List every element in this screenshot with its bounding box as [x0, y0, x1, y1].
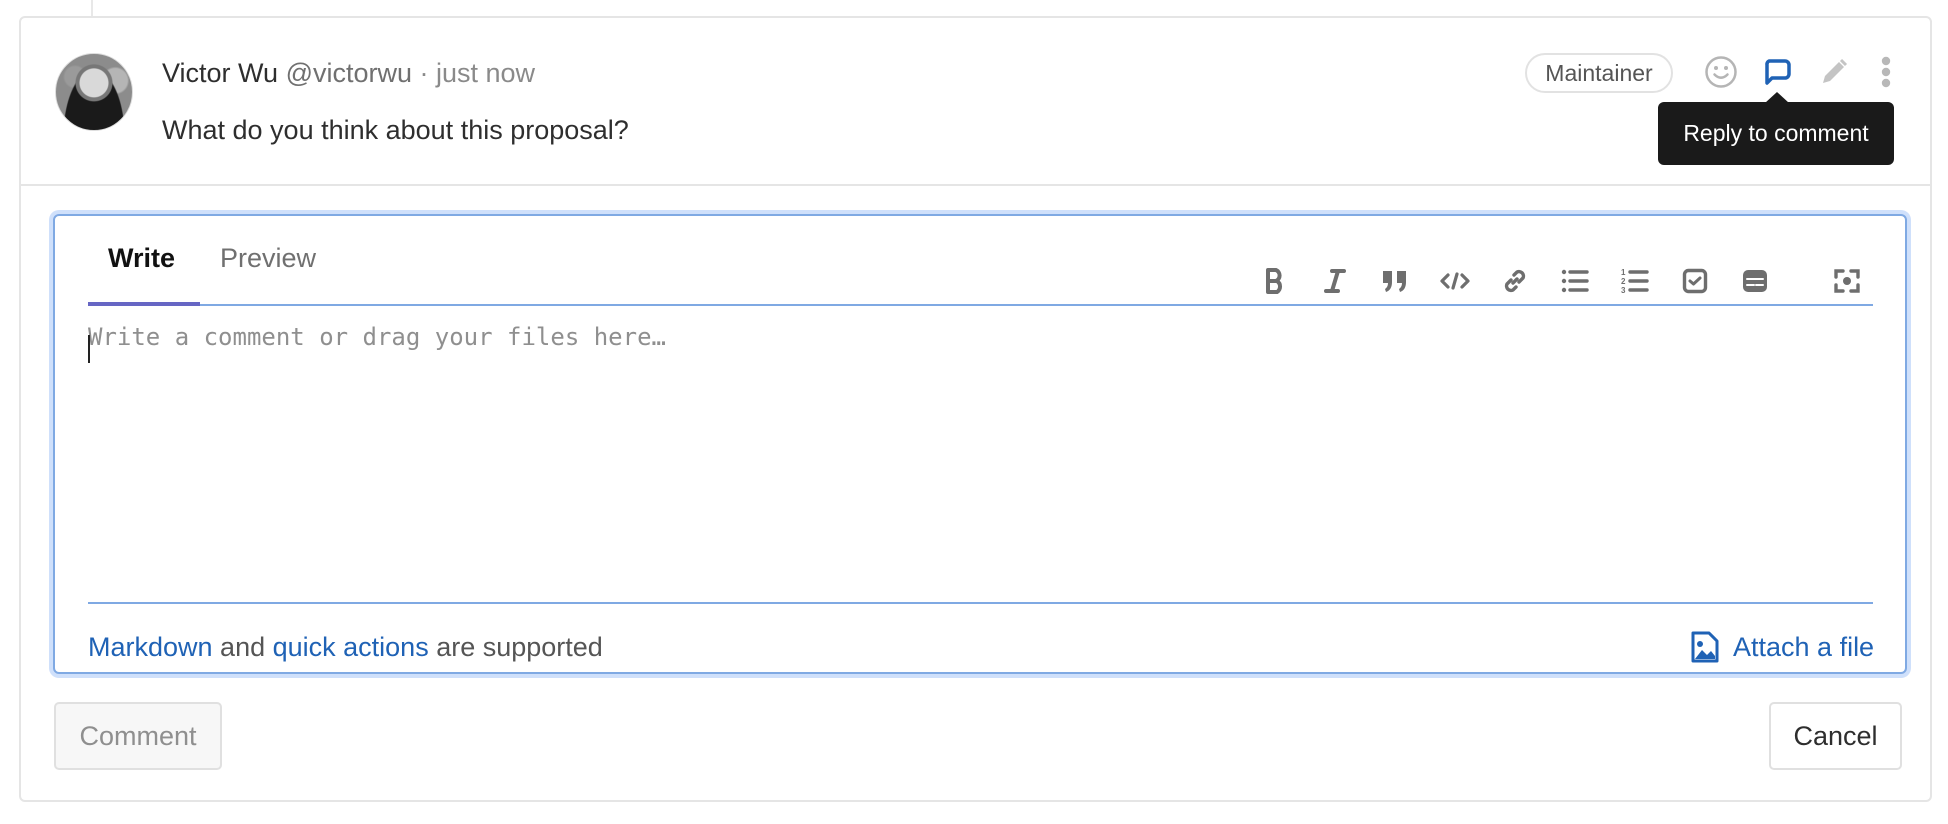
- svg-text:1: 1: [1621, 268, 1626, 277]
- author-handle[interactable]: @victorwu: [286, 58, 412, 88]
- task-list-icon: [1682, 268, 1708, 294]
- cancel-button[interactable]: Cancel: [1769, 702, 1902, 770]
- markdown-hint: Markdown and quick actions are supported: [88, 629, 603, 665]
- role-badge: Maintainer: [1525, 53, 1673, 93]
- comment-textarea[interactable]: [88, 306, 1873, 590]
- tab-write[interactable]: Write: [108, 238, 175, 278]
- comment-button[interactable]: Comment: [54, 702, 222, 770]
- reply-button[interactable]: [1759, 54, 1795, 90]
- author-line: Victor Wu @victorwu · just now: [162, 55, 535, 91]
- fullscreen-button[interactable]: [1830, 264, 1864, 298]
- quote-button[interactable]: [1378, 264, 1412, 298]
- separator: ·: [412, 58, 436, 88]
- bold-button[interactable]: [1258, 264, 1292, 298]
- tab-preview[interactable]: Preview: [220, 238, 316, 278]
- text-caret: [88, 335, 90, 363]
- comment-card: Victor Wu @victorwu · just now What do y…: [19, 16, 1932, 802]
- italic-button[interactable]: [1318, 264, 1352, 298]
- edit-button[interactable]: [1816, 54, 1852, 90]
- quote-icon: [1383, 271, 1406, 292]
- timeline-line: [91, 0, 93, 17]
- kebab-icon: [1881, 56, 1891, 88]
- add-reaction-button[interactable]: [1703, 54, 1739, 90]
- link-icon: [1504, 269, 1526, 293]
- bold-icon: [1266, 268, 1282, 294]
- link-button[interactable]: [1498, 264, 1532, 298]
- quick-actions-link[interactable]: quick actions: [273, 632, 429, 662]
- note-time[interactable]: just now: [436, 58, 535, 88]
- author-name[interactable]: Victor Wu: [162, 58, 278, 88]
- smiley-icon: [1705, 56, 1737, 88]
- code-icon: [1440, 272, 1470, 290]
- footer-divider: [88, 602, 1873, 604]
- editor-tabs: Write Preview 1 2 3: [88, 216, 1873, 306]
- bullet-list-button[interactable]: [1558, 264, 1592, 298]
- svg-text:2: 2: [1621, 277, 1626, 286]
- hint-suffix: are supported: [428, 632, 603, 662]
- reply-tooltip: Reply to comment: [1658, 102, 1894, 165]
- note-body: What do you think about this proposal?: [162, 115, 629, 145]
- comment-bubble-icon: [1765, 59, 1791, 85]
- fullscreen-icon: [1834, 269, 1860, 293]
- table-icon: [1743, 270, 1767, 292]
- code-button[interactable]: [1438, 264, 1472, 298]
- numbered-list-button[interactable]: 1 2 3: [1618, 264, 1652, 298]
- bullet-list-icon: [1561, 269, 1589, 293]
- table-button[interactable]: [1738, 264, 1772, 298]
- markdown-link[interactable]: Markdown: [88, 632, 213, 662]
- pencil-icon: [1823, 58, 1848, 83]
- attach-file-button[interactable]: Attach a file: [1691, 629, 1874, 665]
- image-file-icon: [1691, 631, 1719, 663]
- comment-editor: Write Preview 1 2 3 Write a comment or d…: [53, 214, 1907, 674]
- task-list-button[interactable]: [1678, 264, 1712, 298]
- more-actions-button[interactable]: [1868, 54, 1904, 90]
- note-header: Victor Wu @victorwu · just now What do y…: [21, 18, 1930, 186]
- avatar[interactable]: [55, 53, 133, 131]
- italic-icon: [1324, 269, 1346, 293]
- hint-and: and: [212, 632, 273, 662]
- svg-text:3: 3: [1621, 286, 1626, 295]
- attach-file-label: Attach a file: [1733, 632, 1875, 662]
- numbered-list-icon: 1 2 3: [1621, 268, 1649, 295]
